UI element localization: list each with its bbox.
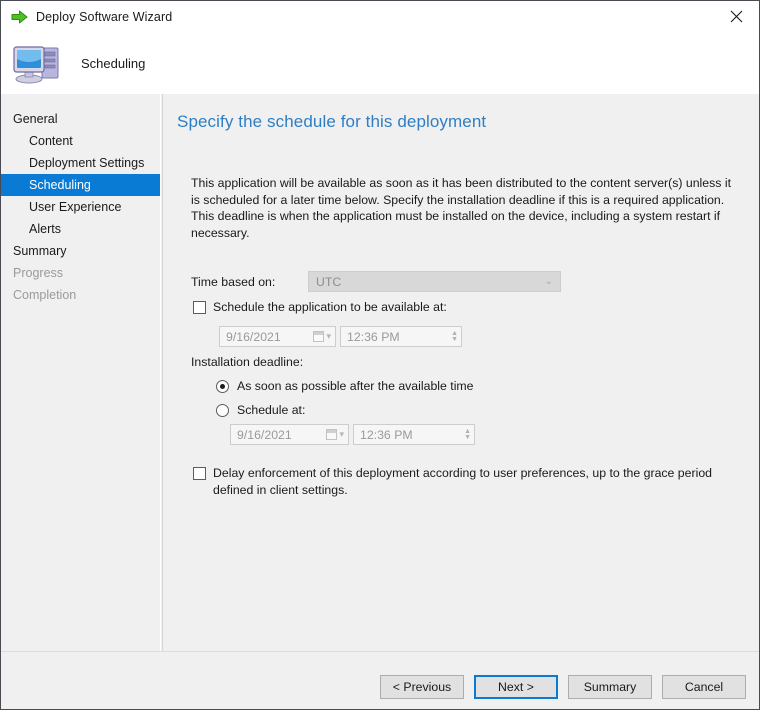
- sidebar-item-user-experience[interactable]: User Experience: [1, 196, 160, 218]
- deadline-schedule-radio[interactable]: [216, 404, 229, 417]
- header-page-label: Scheduling: [81, 56, 145, 71]
- date-picker-group[interactable]: ▾: [313, 331, 335, 342]
- delay-enforcement-checkbox-row[interactable]: Delay enforcement of this deployment acc…: [193, 465, 738, 498]
- schedule-available-checkbox[interactable]: [193, 301, 206, 314]
- wizard-body: General Content Deployment Settings Sche…: [1, 94, 759, 709]
- previous-button-label: < Previous: [393, 680, 451, 694]
- sidebar-item-progress: Progress: [1, 262, 160, 284]
- footer-button-group: < Previous Next > Summary Cancel: [380, 675, 746, 699]
- sidebar-item-summary[interactable]: Summary: [1, 240, 160, 262]
- deadline-schedule-label: Schedule at:: [237, 403, 305, 417]
- sidebar-item-content[interactable]: Content: [1, 130, 160, 152]
- installation-deadline-row: Installation deadline:: [191, 355, 303, 369]
- deadline-asap-label: As soon as possible after the available …: [237, 379, 474, 393]
- sidebar-item-deployment-settings[interactable]: Deployment Settings: [1, 152, 160, 174]
- next-button-label: Next >: [498, 680, 534, 694]
- available-time-input[interactable]: 12:36 PM ▲ ▼: [340, 326, 462, 347]
- previous-button[interactable]: < Previous: [380, 675, 464, 699]
- summary-button-label: Summary: [584, 680, 637, 694]
- schedule-available-label: Schedule the application to be available…: [213, 300, 447, 314]
- sidebar-item-label: Progress: [13, 266, 63, 280]
- time-spinner-icon[interactable]: ▲ ▼: [464, 429, 474, 441]
- calendar-icon: [326, 429, 337, 440]
- deadline-time-value: 12:36 PM: [360, 428, 413, 442]
- sidebar-item-general[interactable]: General: [1, 108, 160, 130]
- sidebar-item-label: User Experience: [29, 200, 121, 214]
- computer-icon: [10, 39, 66, 87]
- wizard-content-pane: Specify the schedule for this deployment…: [162, 94, 759, 709]
- scheduling-form: Time based on: UTC ⌄ Schedule the applic…: [163, 94, 760, 654]
- available-datetime-row: 9/16/2021 ▾ 12:36 PM ▲ ▼: [219, 326, 462, 347]
- date-picker-group[interactable]: ▾: [326, 429, 348, 440]
- sidebar-item-completion: Completion: [1, 284, 160, 306]
- sidebar-item-label: Content: [29, 134, 73, 148]
- sidebar-item-label: Completion: [13, 288, 76, 302]
- next-button[interactable]: Next >: [474, 675, 558, 699]
- close-icon[interactable]: [713, 1, 759, 32]
- time-spinner-icon[interactable]: ▲ ▼: [451, 331, 461, 343]
- sidebar-item-label: Scheduling: [29, 178, 91, 192]
- sidebar-item-alerts[interactable]: Alerts: [1, 218, 160, 240]
- sidebar-item-label: Summary: [13, 244, 66, 258]
- chevron-down-icon: ▾: [326, 331, 331, 342]
- cancel-button[interactable]: Cancel: [662, 675, 746, 699]
- chevron-down-icon: ▾: [339, 429, 344, 440]
- chevron-down-icon: ⌄: [545, 276, 556, 287]
- deadline-date-input[interactable]: 9/16/2021 ▾: [230, 424, 349, 445]
- sidebar-item-scheduling[interactable]: Scheduling: [1, 174, 160, 196]
- deadline-time-input[interactable]: 12:36 PM ▲ ▼: [353, 424, 475, 445]
- time-based-on-select[interactable]: UTC ⌄: [308, 271, 561, 292]
- title-bar: Deploy Software Wizard: [1, 1, 759, 32]
- schedule-available-checkbox-row[interactable]: Schedule the application to be available…: [193, 300, 447, 314]
- deadline-asap-radio[interactable]: [216, 380, 229, 393]
- spinner-down-icon[interactable]: ▼: [451, 337, 458, 343]
- deploy-software-wizard-window: Deploy Software Wizard: [0, 0, 760, 710]
- available-time-value: 12:36 PM: [347, 330, 400, 344]
- wizard-footer: < Previous Next > Summary Cancel: [1, 651, 759, 709]
- deadline-datetime-row: 9/16/2021 ▾ 12:36 PM ▲ ▼: [230, 424, 475, 445]
- sidebar-item-label: General: [13, 112, 57, 126]
- window-title: Deploy Software Wizard: [36, 10, 172, 24]
- deadline-date-value: 9/16/2021: [237, 428, 292, 442]
- delay-enforcement-checkbox[interactable]: [193, 467, 206, 480]
- time-based-on-label: Time based on:: [191, 275, 308, 289]
- available-date-value: 9/16/2021: [226, 330, 281, 344]
- sidebar-item-label: Deployment Settings: [29, 156, 144, 170]
- green-arrow-icon: [10, 9, 28, 25]
- time-based-on-value: UTC: [316, 275, 341, 289]
- calendar-icon: [313, 331, 324, 342]
- wizard-header: Scheduling: [1, 32, 759, 94]
- delay-enforcement-label: Delay enforcement of this deployment acc…: [213, 465, 733, 498]
- available-date-input[interactable]: 9/16/2021 ▾: [219, 326, 336, 347]
- deadline-schedule-radio-row[interactable]: Schedule at:: [216, 403, 305, 417]
- deadline-asap-radio-row[interactable]: As soon as possible after the available …: [216, 379, 474, 393]
- sidebar-item-label: Alerts: [29, 222, 61, 236]
- wizard-steps-sidebar: General Content Deployment Settings Sche…: [1, 94, 161, 709]
- installation-deadline-label: Installation deadline:: [191, 355, 303, 369]
- cancel-button-label: Cancel: [685, 680, 723, 694]
- summary-button[interactable]: Summary: [568, 675, 652, 699]
- spinner-down-icon[interactable]: ▼: [464, 435, 471, 441]
- time-based-on-row: Time based on: UTC ⌄: [191, 271, 561, 292]
